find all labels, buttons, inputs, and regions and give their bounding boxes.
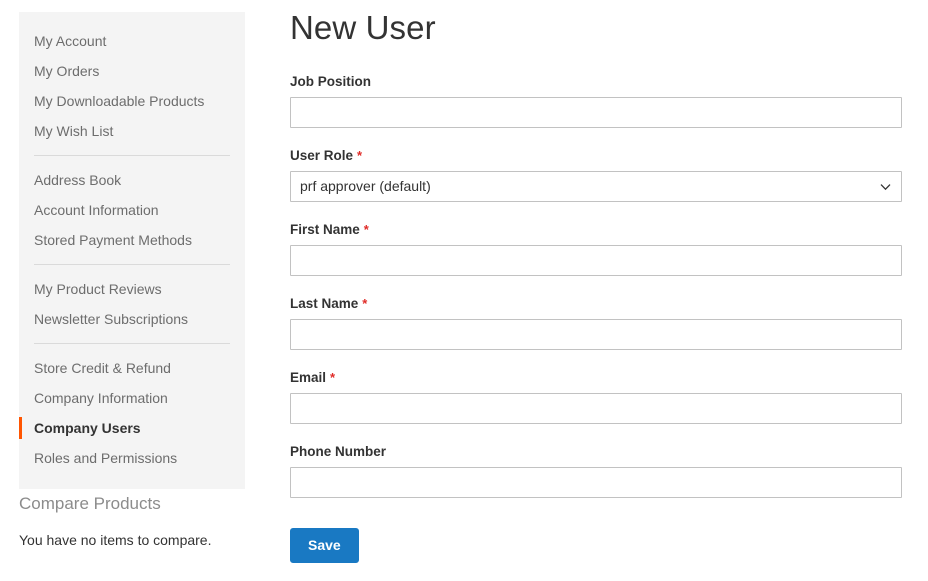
sidebar-item-my-downloadable-products[interactable]: My Downloadable Products xyxy=(19,86,245,116)
field-job-position: Job Position xyxy=(290,74,902,128)
user-role-select[interactable]: prf approver (default) xyxy=(290,171,902,202)
phone-number-input[interactable] xyxy=(290,467,902,498)
label-text: Last Name xyxy=(290,296,359,311)
new-user-form: Job Position User Role * prf approver (de… xyxy=(290,74,902,563)
label-text: First Name xyxy=(290,222,360,237)
last-name-input[interactable] xyxy=(290,319,902,350)
sidebar-item-store-credit-refund[interactable]: Store Credit & Refund xyxy=(19,353,245,383)
sidebar-item-address-book[interactable]: Address Book xyxy=(19,165,245,195)
compare-products-empty-message: You have no items to compare. xyxy=(19,532,212,548)
sidebar-item-company-information[interactable]: Company Information xyxy=(19,383,245,413)
first-name-input[interactable] xyxy=(290,245,902,276)
label-job-position: Job Position xyxy=(290,74,902,90)
sidebar-item-roles-and-permissions[interactable]: Roles and Permissions xyxy=(19,443,245,473)
required-asterisk: * xyxy=(357,148,363,163)
label-email: Email * xyxy=(290,370,902,386)
sidebar-group-address: Address Book Account Information Stored … xyxy=(19,165,245,255)
sidebar-item-my-orders[interactable]: My Orders xyxy=(19,56,245,86)
compare-products-title: Compare Products xyxy=(19,494,161,513)
sidebar-group-company: Store Credit & Refund Company Informatio… xyxy=(19,353,245,473)
sidebar-item-company-users[interactable]: Company Users xyxy=(19,413,245,443)
new-user-form-area: New User Job Position User Role * prf app… xyxy=(290,0,902,563)
sidebar-group-reviews: My Product Reviews Newsletter Subscripti… xyxy=(19,274,245,334)
required-asterisk: * xyxy=(362,296,368,311)
compare-products-block: Compare Products You have no items to co… xyxy=(19,493,259,549)
sidebar-divider xyxy=(34,155,230,156)
label-text: Job Position xyxy=(290,74,371,89)
account-sidebar: My Account My Orders My Downloadable Pro… xyxy=(19,12,245,489)
sidebar-item-newsletter-subscriptions[interactable]: Newsletter Subscriptions xyxy=(19,304,245,334)
field-first-name: First Name * xyxy=(290,222,902,276)
sidebar-item-my-product-reviews[interactable]: My Product Reviews xyxy=(19,274,245,304)
field-email: Email * xyxy=(290,370,902,424)
required-asterisk: * xyxy=(363,222,369,237)
sidebar-item-account-information[interactable]: Account Information xyxy=(19,195,245,225)
account-page: My Account My Orders My Downloadable Pro… xyxy=(0,0,928,581)
sidebar-group-account: My Account My Orders My Downloadable Pro… xyxy=(19,26,245,146)
sidebar-item-my-wish-list[interactable]: My Wish List xyxy=(19,116,245,146)
label-text: User Role xyxy=(290,148,354,163)
save-button[interactable]: Save xyxy=(290,528,359,563)
sidebar-item-my-account[interactable]: My Account xyxy=(19,26,245,56)
label-user-role: User Role * xyxy=(290,148,902,164)
sidebar-divider xyxy=(34,264,230,265)
field-last-name: Last Name * xyxy=(290,296,902,350)
label-last-name: Last Name * xyxy=(290,296,902,312)
job-position-input[interactable] xyxy=(290,97,902,128)
label-text: Email xyxy=(290,370,327,385)
sidebar-item-stored-payment-methods[interactable]: Stored Payment Methods xyxy=(19,225,245,255)
required-asterisk: * xyxy=(330,370,336,385)
label-first-name: First Name * xyxy=(290,222,902,238)
user-role-select-wrap: prf approver (default) xyxy=(290,171,902,202)
label-text: Phone Number xyxy=(290,444,387,459)
sidebar-divider xyxy=(34,343,230,344)
field-user-role: User Role * prf approver (default) xyxy=(290,148,902,202)
email-input[interactable] xyxy=(290,393,902,424)
field-phone-number: Phone Number xyxy=(290,444,902,498)
label-phone-number: Phone Number xyxy=(290,444,902,460)
page-title: New User xyxy=(290,9,436,46)
